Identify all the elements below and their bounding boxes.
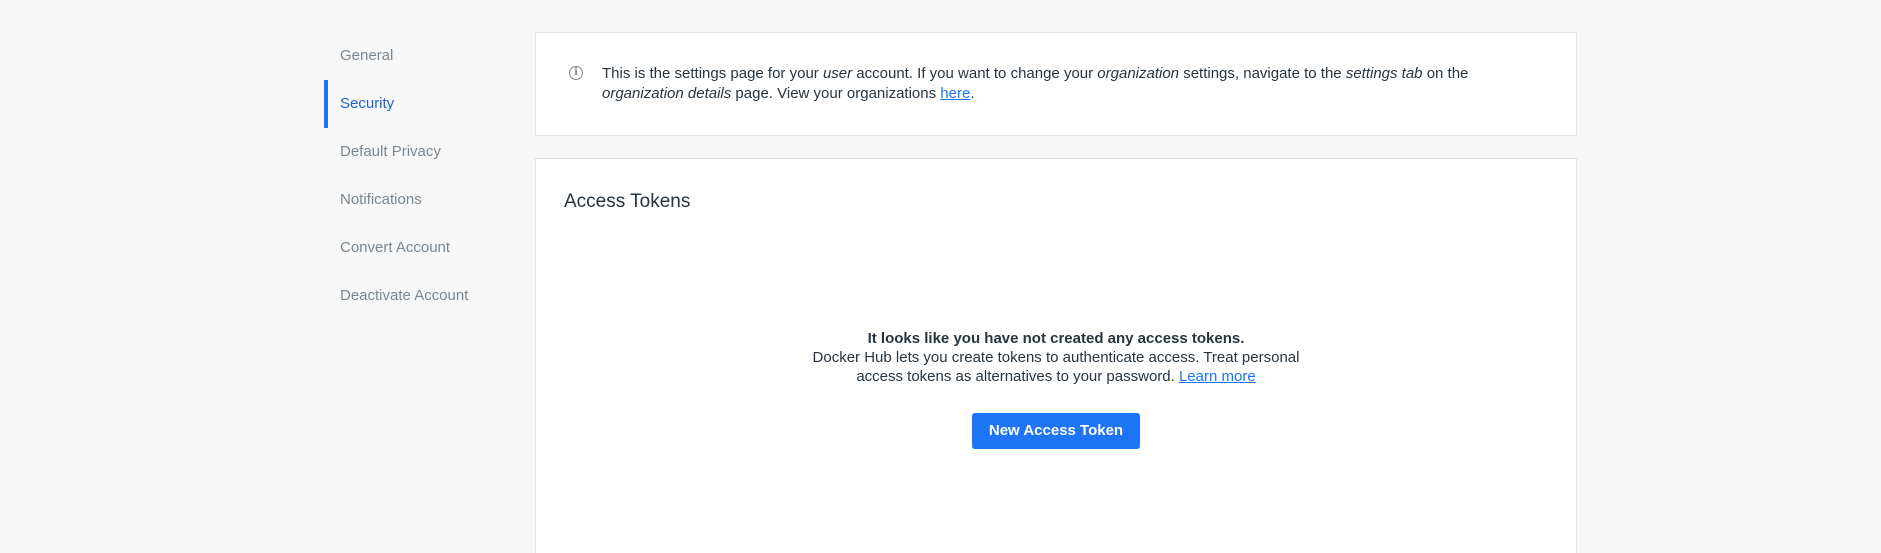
info-text-user: user — [822, 65, 853, 82]
sidebar-item-default-privacy[interactable]: Default Privacy — [324, 128, 514, 176]
sidebar-item-deactivate-account[interactable]: Deactivate Account — [324, 272, 514, 320]
info-text-organization: organization — [1097, 65, 1180, 82]
settings-sidebar: General Security Default Privacy Notific… — [324, 32, 514, 320]
empty-state: It looks like you have not created any a… — [536, 329, 1576, 449]
sidebar-item-notifications[interactable]: Notifications — [324, 176, 514, 224]
sidebar-item-general[interactable]: General — [324, 32, 514, 80]
settings-page: General Security Default Privacy Notific… — [0, 0, 1881, 553]
access-tokens-title: Access Tokens — [564, 191, 691, 212]
info-text-part: settings, navigate to the — [1179, 65, 1346, 82]
empty-state-description: Docker Hub lets you create tokens to aut… — [806, 348, 1306, 386]
info-text-part: page. View your organizations — [731, 85, 941, 102]
info-icon: i — [569, 66, 583, 80]
new-access-token-button[interactable]: New Access Token — [971, 413, 1141, 449]
info-text-part: on the — [1422, 65, 1469, 82]
access-tokens-card: Access Tokens It looks like you have not… — [535, 158, 1577, 553]
info-text-part: account. If you want to change your — [852, 65, 1098, 82]
sidebar-item-security[interactable]: Security — [324, 80, 514, 128]
info-text-organization-details: organization details — [602, 85, 732, 102]
info-text-settings-tab: settings tab — [1345, 65, 1423, 82]
sidebar-item-convert-account[interactable]: Convert Account — [324, 224, 514, 272]
organizations-here-link[interactable]: here — [940, 85, 970, 102]
info-banner: i This is the settings page for your use… — [535, 32, 1577, 136]
info-text-part: . — [970, 85, 975, 102]
learn-more-link[interactable]: Learn more — [1179, 368, 1256, 385]
info-message: This is the settings page for your user … — [602, 64, 1542, 104]
info-text-part: This is the settings page for your — [602, 65, 823, 82]
empty-state-heading: It looks like you have not created any a… — [867, 330, 1245, 347]
